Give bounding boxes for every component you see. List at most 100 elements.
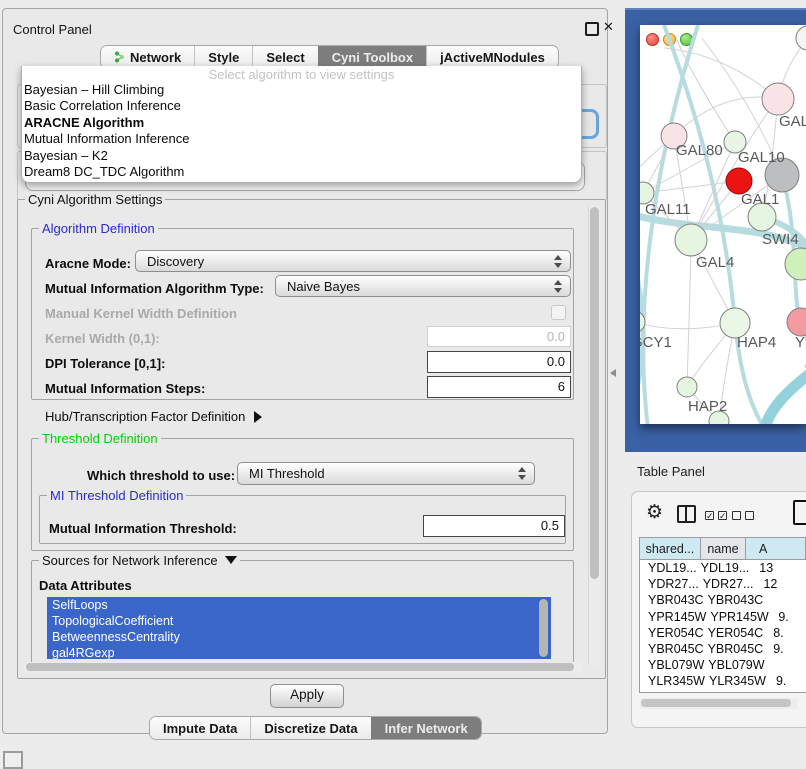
tab-select[interactable]: Select bbox=[252, 46, 317, 68]
sources-toggle[interactable]: Sources for Network Inference bbox=[39, 553, 240, 568]
hub-definition-toggle[interactable]: Hub/Transcription Factor Definition bbox=[45, 409, 262, 424]
table-cell: YER054C bbox=[640, 626, 704, 640]
tab-impute-data[interactable]: Impute Data bbox=[150, 717, 250, 739]
panel-splitter-arrow-icon[interactable] bbox=[610, 369, 616, 377]
scrollbar-thumb[interactable] bbox=[590, 207, 599, 579]
columns-icon[interactable] bbox=[677, 505, 696, 523]
mi-steps-label: Mutual Information Steps: bbox=[45, 381, 205, 396]
attribute-item-selfloops[interactable]: SelfLoops bbox=[47, 597, 551, 613]
node-label-gal: GAL bbox=[779, 113, 806, 130]
gear-icon[interactable]: ⚙ bbox=[646, 501, 663, 523]
aracne-mode-label: Aracne Mode: bbox=[45, 256, 131, 271]
table-row[interactable]: YIL052CYIL052C9. bbox=[640, 690, 806, 694]
node-label-hap4: HAP4 bbox=[737, 334, 776, 351]
table-row[interactable]: YDR27...YDR27...12 bbox=[640, 576, 806, 592]
data-attributes-list[interactable]: SelfLoopsTopologicalCoefficientBetweenne… bbox=[47, 597, 551, 659]
apply-button[interactable]: Apply bbox=[270, 684, 344, 708]
threshold-definition-title: Threshold Definition bbox=[39, 431, 161, 446]
column-header-name[interactable]: name bbox=[701, 538, 746, 559]
network-node[interactable] bbox=[677, 377, 697, 397]
sources-title: Sources for Network Inference bbox=[42, 553, 218, 568]
attribute-item-topologicalcoefficient[interactable]: TopologicalCoefficient bbox=[47, 613, 551, 629]
node-label-y: Y bbox=[795, 334, 805, 351]
table-cell: YIL052C bbox=[640, 691, 697, 693]
algorithm-option-bayesian-k2[interactable]: Bayesian – K2 bbox=[22, 148, 581, 164]
manual-kernel-checkbox[interactable] bbox=[551, 305, 566, 320]
algorithm-option-dream8-dc-tdc-algorithm[interactable]: Dream8 DC_TDC Algorithm bbox=[22, 164, 581, 180]
table-row[interactable]: YBL079WYBL079W bbox=[640, 657, 806, 673]
algorithm-option-bayesian-hill-climbing[interactable]: Bayesian – Hill Climbing bbox=[22, 82, 581, 98]
table-row[interactable]: YDL19...YDL19...13 bbox=[640, 560, 806, 576]
table-cell: 13 bbox=[749, 561, 806, 575]
table-header-row: shared...nameA bbox=[640, 538, 806, 560]
node-table[interactable]: shared...nameA YDL19...YDL19...13YDR27..… bbox=[639, 537, 806, 693]
which-threshold-value: MI Threshold bbox=[249, 466, 325, 481]
network-icon bbox=[114, 51, 125, 63]
deselect-all-checkboxes-icon[interactable] bbox=[732, 511, 754, 520]
tab-network[interactable]: Network bbox=[101, 46, 194, 68]
table-cell: YBR043C bbox=[704, 593, 764, 607]
which-threshold-label: Which threshold to use: bbox=[87, 468, 235, 483]
network-node[interactable] bbox=[796, 26, 806, 50]
aracne-mode-select[interactable]: Discovery bbox=[135, 250, 571, 272]
select-all-checkboxes-icon[interactable]: ✓ ✓ bbox=[705, 511, 727, 520]
mi-algorithm-type-select[interactable]: Naive Bayes bbox=[275, 275, 571, 297]
dpi-tolerance-label: DPI Tolerance [0,1]: bbox=[45, 356, 165, 371]
checked-box-icon: ✓ bbox=[705, 511, 714, 520]
manual-kernel-label: Manual Kernel Width Definition bbox=[45, 306, 237, 321]
table-row[interactable]: YBR045CYBR045C9. bbox=[640, 641, 806, 657]
close-icon[interactable]: ✕ bbox=[603, 19, 614, 35]
network-node[interactable] bbox=[785, 248, 806, 280]
attribute-item-betweennesscentrality[interactable]: BetweennessCentrality bbox=[47, 629, 551, 645]
table-row[interactable]: YER054CYER054C8. bbox=[640, 625, 806, 641]
document-icon[interactable] bbox=[793, 500, 806, 525]
tab-jactivemnodules[interactable]: jActiveMNodules bbox=[426, 46, 558, 68]
scrollbar-thumb[interactable] bbox=[641, 699, 791, 707]
table-cell: 12 bbox=[753, 577, 806, 591]
kernel-width-field[interactable]: 0.0 bbox=[427, 326, 571, 347]
tab-label: Infer Network bbox=[385, 721, 468, 736]
mi-threshold-field[interactable]: 0.5 bbox=[423, 515, 565, 537]
table-row[interactable]: YLR345WYLR345W9. bbox=[640, 673, 806, 689]
tab-label: Select bbox=[266, 50, 304, 65]
network-edge[interactable] bbox=[764, 372, 806, 424]
table-horizontal-scrollbar[interactable] bbox=[640, 698, 798, 709]
table-cell: 8. bbox=[763, 626, 806, 640]
kernel-width-label: Kernel Width (0,1): bbox=[45, 331, 160, 346]
network-canvas[interactable]: GALGAL80GAL10GAL1GAL11GAL4SWI4GCY1HAP4YH… bbox=[640, 25, 806, 424]
attributes-scrollbar-thumb[interactable] bbox=[539, 599, 548, 657]
network-node[interactable] bbox=[787, 308, 806, 336]
table-cell: YLR345W bbox=[640, 674, 705, 688]
mi-steps-field[interactable]: 6 bbox=[427, 376, 571, 398]
tab-infer-network[interactable]: Infer Network bbox=[371, 717, 481, 739]
panel-title: Control Panel bbox=[13, 22, 92, 37]
settings-vertical-scrollbar[interactable] bbox=[588, 205, 601, 665]
algorithm-option-mutual-information-inference[interactable]: Mutual Information Inference bbox=[22, 131, 581, 147]
minimized-panel-icon[interactable] bbox=[3, 751, 23, 769]
algorithm-option-basic-correlation-inference[interactable]: Basic Correlation Inference bbox=[22, 98, 581, 114]
network-node[interactable] bbox=[675, 224, 707, 256]
attribute-item-gal4rgexp[interactable]: gal4RGexp bbox=[47, 645, 551, 659]
node-label-gal80: GAL80 bbox=[676, 142, 723, 159]
which-threshold-select[interactable]: MI Threshold bbox=[237, 462, 535, 485]
algorithm-option-aracne-algorithm[interactable]: ARACNE Algorithm bbox=[22, 115, 581, 131]
tab-style[interactable]: Style bbox=[194, 46, 252, 68]
column-header-a[interactable]: A bbox=[746, 538, 806, 559]
dpi-tolerance-field[interactable]: 0.0 bbox=[427, 351, 571, 373]
settings-horizontal-scrollbar[interactable] bbox=[24, 662, 582, 673]
network-edge[interactable] bbox=[687, 240, 691, 387]
network-window[interactable]: GALGAL80GAL10GAL1GAL11GAL4SWI4GCY1HAP4YH… bbox=[640, 25, 806, 424]
column-header-shared[interactable]: shared... bbox=[640, 538, 701, 559]
table-row[interactable]: YBR043CYBR043C bbox=[640, 592, 806, 608]
table-cell: YPR145W bbox=[640, 610, 706, 624]
node-label-gal11: GAL11 bbox=[645, 201, 691, 218]
tab-cyni-toolbox[interactable]: Cyni Toolbox bbox=[318, 46, 426, 68]
algorithm-definition-title: Algorithm Definition bbox=[39, 221, 158, 236]
network-node[interactable] bbox=[762, 83, 794, 115]
table-row[interactable]: YPR145WYPR145W9. bbox=[640, 609, 806, 625]
tab-discretize-data[interactable]: Discretize Data bbox=[250, 717, 370, 739]
scrollbar-thumb[interactable] bbox=[26, 663, 574, 671]
float-window-icon[interactable] bbox=[585, 22, 599, 36]
application-root: Control Panel ✕ NetworkStyle Select Cyni T… bbox=[0, 0, 806, 762]
table-cell: 9. bbox=[766, 674, 806, 688]
